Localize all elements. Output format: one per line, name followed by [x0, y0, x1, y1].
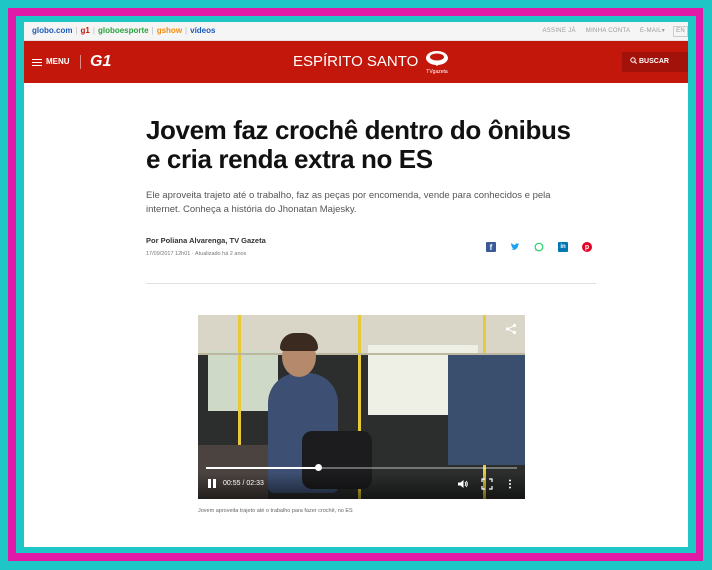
share-bar: f in p	[486, 241, 598, 253]
volume-icon[interactable]	[457, 478, 469, 490]
share-icon[interactable]	[505, 323, 517, 335]
video-time: 00:55 / 02:33	[223, 480, 264, 487]
video-frame-poster	[448, 355, 525, 465]
search-icon	[630, 57, 637, 64]
video-caption: Jovem aproveita trajeto até o trabalho p…	[198, 508, 353, 514]
twitter-icon[interactable]	[510, 242, 520, 252]
hamburger-icon	[32, 58, 42, 66]
more-options-icon[interactable]	[507, 478, 513, 490]
article-subtitle: Ele aproveita trajeto até o trabalho, fa…	[146, 190, 551, 215]
pinterest-icon[interactable]: p	[582, 242, 592, 252]
whatsapp-icon[interactable]	[534, 242, 544, 252]
video-progress-fill	[206, 467, 318, 469]
site-header: MENU G1 ESPÍRITO SANTO TVgazeta BUSCAR	[24, 41, 688, 83]
link-minha-conta[interactable]: MINHA CONTA	[586, 28, 630, 34]
globo-top-bar: globo.com | g1 | globoesporte | gshow | vídeos A…	[24, 22, 688, 41]
video-progress-handle[interactable]	[315, 464, 322, 471]
divider	[146, 283, 596, 284]
facebook-icon[interactable]: f	[486, 242, 496, 252]
language-selector[interactable]: EN	[673, 26, 688, 37]
article-headline: Jovem faz crochê dentro do ônibus e cria…	[146, 115, 571, 174]
fullscreen-icon[interactable]	[481, 478, 493, 490]
search-label: BUSCAR	[639, 58, 669, 65]
link-g1[interactable]: g1	[81, 26, 90, 35]
link-globo[interactable]: globo.com	[32, 26, 72, 35]
link-videos[interactable]: vídeos	[190, 26, 215, 35]
article-date: 17/09/2017 12h01 · Atualizado há 2 anos	[146, 251, 247, 257]
link-gshow[interactable]: gshow	[157, 26, 182, 35]
menu-label: MENU	[46, 57, 70, 66]
pause-icon[interactable]	[208, 479, 216, 489]
link-email[interactable]: E-MAIL▾	[640, 28, 665, 34]
linkedin-icon[interactable]: in	[558, 242, 568, 252]
menu-button[interactable]: MENU	[32, 41, 70, 83]
link-assine[interactable]: ASSINE JÁ	[542, 28, 575, 34]
video-frame-person-hair	[280, 333, 318, 351]
g1-logo[interactable]: G1	[90, 53, 111, 71]
article-author[interactable]: Por Poliana Alvarenga, TV Gazeta	[146, 236, 266, 245]
search-button[interactable]: BUSCAR	[622, 52, 688, 72]
region-title[interactable]: ESPÍRITO SANTO	[293, 52, 418, 72]
browser-page: globo.com | g1 | globoesporte | gshow | vídeos A…	[24, 22, 688, 547]
header-divider	[80, 55, 81, 69]
video-player[interactable]: 00:55 / 02:33	[198, 315, 525, 499]
link-globoesporte[interactable]: globoesporte	[98, 26, 149, 35]
tvgazeta-logo[interactable]: TVgazeta	[422, 49, 452, 75]
tvgazeta-label: TVgazeta	[426, 69, 448, 75]
